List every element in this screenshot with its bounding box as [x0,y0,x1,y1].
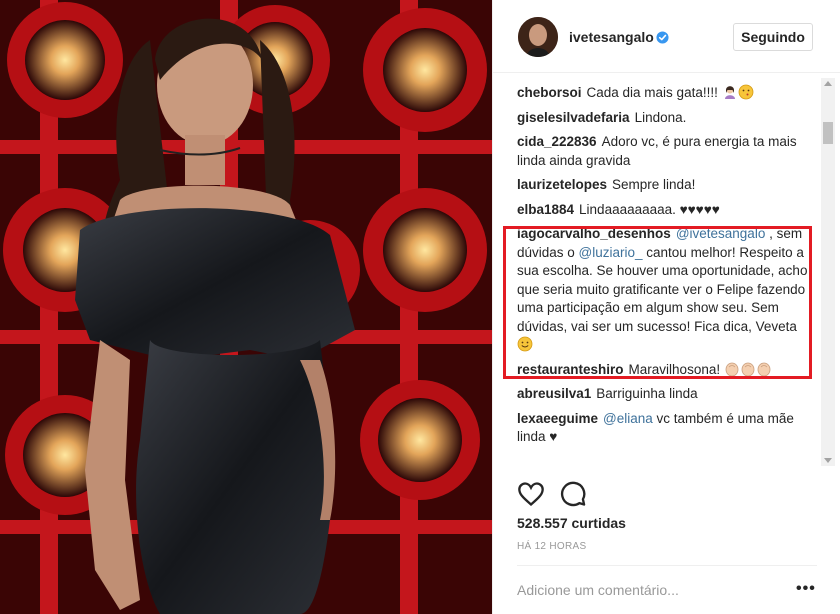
comment-item: abreusilva1 Barriguinha linda [517,385,809,404]
comment-text: Barriguinha linda [596,386,698,401]
comment-username[interactable]: giselesilvadefaria [517,110,630,125]
like-count[interactable]: 528.557 curtidas [517,515,626,531]
comment-username[interactable]: laurizetelopes [517,177,607,192]
comment-username[interactable]: elba1884 [517,202,574,217]
heart-icon[interactable] [517,480,545,508]
comment-item: laurizetelopes Sempre linda! [517,176,809,195]
scrollbar-thumb[interactable] [823,122,833,144]
scroll-down-arrow-icon[interactable] [824,458,832,463]
comment-text: Lindona. [634,109,687,125]
comment-username[interactable]: lexaeeguime [517,411,598,426]
divider [517,565,817,566]
post-timestamp[interactable]: HÁ 12 HORAS [517,541,586,552]
more-options-button[interactable]: ••• [796,580,816,598]
following-button[interactable]: Seguindo [733,23,813,51]
kiss-face-icon [738,84,753,100]
comment-username[interactable]: abreusilva1 [517,386,591,401]
comment-text: Lindaaaaaaaaa. ♥♥♥♥♥ [579,201,720,217]
comment-item: lexaeeguime @eliana vc também é uma mãe l… [517,410,809,447]
post-header: ivetesangalo Seguindo [493,0,840,73]
woman-icon [724,86,735,99]
avatar[interactable] [518,17,558,57]
comment-item: cida_222836 Adoro vc, é pura energia ta m… [517,133,809,170]
photo-illustration [0,0,492,614]
scroll-up-arrow-icon[interactable] [824,81,832,86]
avatar-image [518,17,558,57]
comment-username[interactable]: cheborsoi [517,85,582,100]
comment-username[interactable]: cida_222836 [517,134,597,149]
highlight-box [503,226,812,379]
post-photo [0,0,492,614]
mention-link[interactable]: @eliana [603,411,653,426]
verified-badge-icon [656,31,669,44]
username[interactable]: ivetesangalo [569,29,654,45]
comment-scrollbar[interactable] [821,78,835,466]
comment-icon[interactable] [559,480,587,508]
comment-item: giselesilvadefaria Lindona. [517,109,809,128]
comment-text: Cada dia mais gata!!!! [586,85,722,100]
comment-item: cheborsoi Cada dia mais gata!!!! [517,84,809,103]
comment-input[interactable]: Adicione um comentário... [517,582,679,598]
comment-text: Sempre linda! [612,177,696,192]
comment-item: elba1884 Lindaaaaaaaaa. ♥♥♥♥♥ [517,201,809,220]
